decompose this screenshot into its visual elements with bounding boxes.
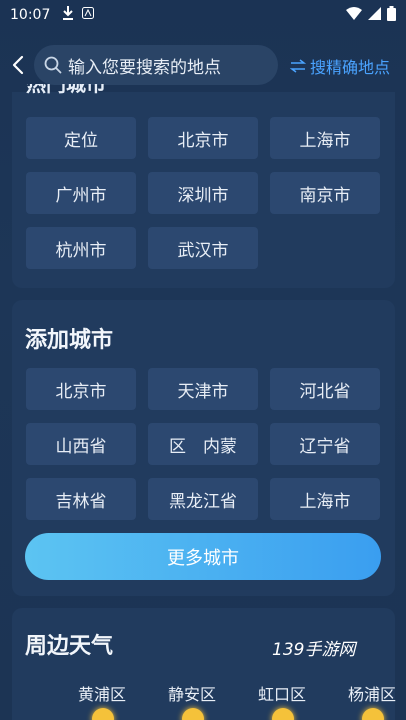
wifi-icon [346,6,362,24]
nearby-district[interactable]: 杨浦区 [348,681,396,705]
download-icon [62,6,74,24]
hot-city-button[interactable]: 北京市 [148,117,258,159]
add-city-button[interactable]: 山西省 [26,423,136,465]
status-left-icons [62,6,95,24]
status-time: 10:07 [10,7,51,23]
add-city-button[interactable]: 天津市 [148,368,258,410]
precise-search-link[interactable]: 搜精确地点 [290,54,390,78]
add-city-button[interactable]: 区 内蒙 [148,423,258,465]
swap-arrows-icon [290,59,306,73]
hot-city-button[interactable]: 上海市 [270,117,380,159]
add-city-button[interactable]: 河北省 [270,368,380,410]
watermark: 139手游网 [272,640,356,660]
hot-city-button[interactable]: 杭州市 [26,227,136,269]
nearby-weather-title: 周边天气 [25,634,114,659]
back-button[interactable] [8,52,28,78]
chevron-left-icon [12,55,24,75]
status-right-icons [346,5,396,25]
app-notification-icon [82,7,95,23]
hot-city-button[interactable]: 定位 [26,117,136,159]
precise-search-label: 搜精确地点 [310,58,391,77]
battery-icon [387,5,396,25]
search-icon [44,56,62,74]
nearby-district[interactable]: 虹口区 [258,681,306,705]
add-city-button[interactable]: 上海市 [270,478,380,520]
hot-city-button[interactable]: 武汉市 [148,227,258,269]
add-city-button[interactable]: 北京市 [26,368,136,410]
add-city-button[interactable]: 黑龙江省 [148,478,258,520]
search-placeholder: 输入您要搜索的地点 [68,57,221,78]
add-city-button[interactable]: 辽宁省 [270,423,380,465]
hot-city-button[interactable]: 南京市 [270,172,380,214]
hot-cities-title-fragment: 热门城市 [26,84,106,96]
nearby-district[interactable]: 静安区 [168,681,216,705]
status-bar: 10:07 [0,0,406,30]
add-city-button[interactable]: 吉林省 [26,478,136,520]
more-cities-button[interactable]: 更多城市 [25,533,381,580]
add-city-title: 添加城市 [25,328,114,353]
signal-icon [368,6,381,24]
hot-city-button[interactable]: 广州市 [26,172,136,214]
search-row: 输入您要搜索的地点 搜精确地点 [0,42,406,88]
search-input[interactable]: 输入您要搜索的地点 [34,45,278,85]
nearby-district[interactable]: 黄浦区 [78,681,126,705]
hot-city-button[interactable]: 深圳市 [148,172,258,214]
